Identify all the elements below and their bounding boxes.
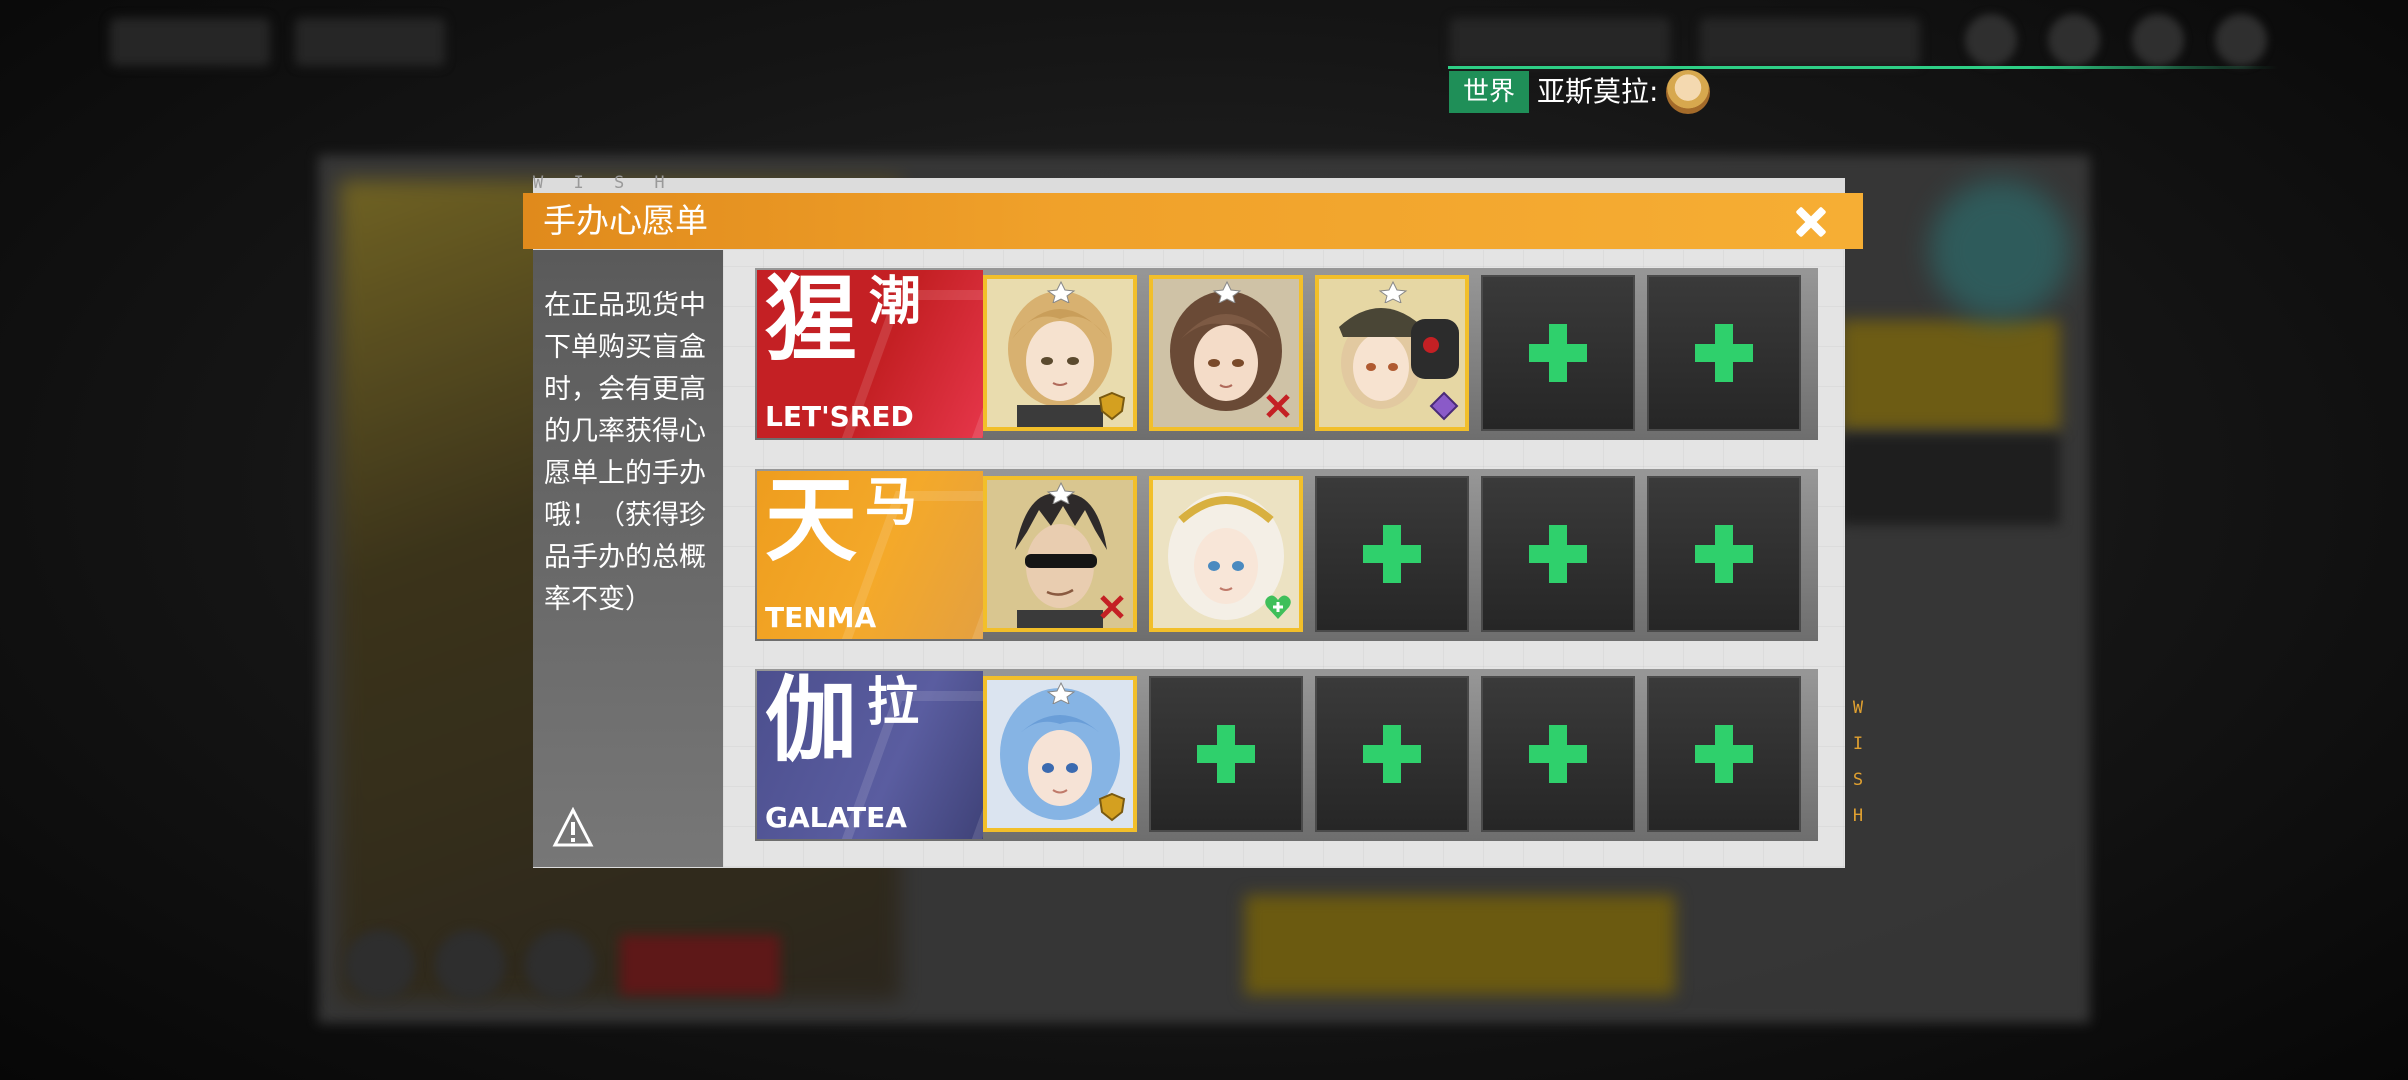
warning-icon[interactable] <box>552 807 594 849</box>
game-screen: 世界 亚斯莫拉: W I S H 手办心愿单 在正品现货中下单购买盲盒时，会有更… <box>0 0 2408 1080</box>
add-figure-slot[interactable] <box>1481 476 1635 632</box>
star-icon <box>1212 281 1242 303</box>
figure-slot-filled[interactable] <box>983 676 1137 832</box>
figure-slot-filled[interactable] <box>983 476 1137 632</box>
wish-watermark-top: W I S H <box>533 173 675 193</box>
background-bottom-icon-3 <box>525 930 595 1000</box>
shield-icon <box>1098 792 1126 822</box>
figure-slot-filled[interactable] <box>1315 275 1469 431</box>
background-character <box>1930 180 2070 320</box>
wishlist-description: 在正品现货中下单购买盲盒时，会有更高的几率获得心愿单上的手办哦！（获得珍品手办的… <box>544 290 706 615</box>
figure-slot-filled[interactable] <box>1149 476 1303 632</box>
diamond-icon <box>1429 391 1459 421</box>
brand-banner-letsred[interactable]: 猩 潮 LET'SRED <box>757 270 983 438</box>
brand-banner-galatea[interactable]: 伽 拉 GALATEA <box>757 671 983 839</box>
brand-banner-tenma[interactable]: 天 马 TENMA <box>757 471 983 639</box>
shield-icon <box>1098 391 1126 421</box>
figure-slot-filled[interactable] <box>983 275 1137 431</box>
brand-name-cn-char1: 天 <box>765 471 857 574</box>
background-topbar-title <box>295 18 445 66</box>
chat-channel-tag[interactable]: 世界 <box>1449 71 1529 113</box>
cross-icon <box>1100 595 1124 619</box>
background-currency-bar <box>1450 18 1670 66</box>
close-icon[interactable] <box>1787 198 1835 246</box>
background-bag-icon <box>2132 14 2184 66</box>
background-buy-button <box>1245 895 1675 995</box>
wish-letter-w: W <box>1852 698 1864 718</box>
add-figure-slot[interactable] <box>1315 476 1469 632</box>
background-red-tag <box>620 935 780 995</box>
background-settings-icon <box>2215 14 2267 66</box>
plus-icon <box>1695 324 1753 382</box>
wish-letter-i: I <box>1852 734 1864 754</box>
brand-name-en: TENMA <box>765 601 877 634</box>
background-bottom-icon-1 <box>345 930 415 1000</box>
star-icon <box>1378 281 1408 303</box>
brand-row-tenma: 天 马 TENMA <box>755 469 1818 641</box>
background-info-box <box>1840 435 2060 525</box>
background-bottom-icon-2 <box>435 930 505 1000</box>
plus-icon <box>1529 725 1587 783</box>
brand-name-cn-char1: 猩 <box>765 270 857 373</box>
add-figure-slot[interactable] <box>1647 676 1801 832</box>
add-figure-slot[interactable] <box>1647 275 1801 431</box>
plus-icon <box>1695 725 1753 783</box>
background-topbar-logo <box>110 18 270 66</box>
background-mail-icon <box>2048 14 2100 66</box>
plus-icon <box>1695 525 1753 583</box>
brand-name-cn-char2: 马 <box>865 473 918 533</box>
brand-name-cn-char2: 潮 <box>869 272 922 332</box>
background-price-box <box>1840 320 2060 430</box>
add-figure-slot[interactable] <box>1315 676 1469 832</box>
add-figure-slot[interactable] <box>1149 676 1303 832</box>
add-figure-slot[interactable] <box>1647 476 1801 632</box>
background-currency-bar-2 <box>1700 18 1920 66</box>
add-figure-slot[interactable] <box>1481 275 1635 431</box>
brand-name-en: LET'SRED <box>765 400 914 433</box>
chat-message[interactable]: 亚斯莫拉: <box>1537 71 1658 113</box>
plus-icon <box>1363 525 1421 583</box>
dialog-header <box>523 193 1863 249</box>
figure-slot-filled[interactable] <box>1149 275 1303 431</box>
brand-row-letsred: 猩 潮 LET'SRED <box>755 268 1818 440</box>
brand-name-en: GALATEA <box>765 801 907 834</box>
plus-icon <box>1529 324 1587 382</box>
plus-icon <box>1197 725 1255 783</box>
dialog-title: 手办心愿单 <box>543 201 708 240</box>
plus-icon <box>1529 525 1587 583</box>
chat-sender-avatar <box>1666 70 1710 114</box>
chat-divider <box>1448 66 2278 69</box>
star-icon <box>1046 482 1076 504</box>
cross-icon <box>1266 394 1290 418</box>
brand-row-galatea: 伽 拉 GALATEA <box>755 669 1818 841</box>
brand-name-cn-char1: 伽 <box>765 671 857 774</box>
star-icon <box>1046 682 1076 704</box>
heart-plus-icon <box>1265 595 1291 619</box>
wish-letter-s: S <box>1852 770 1864 790</box>
star-icon <box>1046 281 1076 303</box>
wish-letter-h: H <box>1852 806 1864 826</box>
brand-name-cn-char2: 拉 <box>867 673 920 733</box>
wish-watermark-side: W I S H <box>1848 690 1868 834</box>
add-figure-slot[interactable] <box>1481 676 1635 832</box>
plus-icon <box>1363 725 1421 783</box>
background-menu-icon <box>1965 14 2017 66</box>
